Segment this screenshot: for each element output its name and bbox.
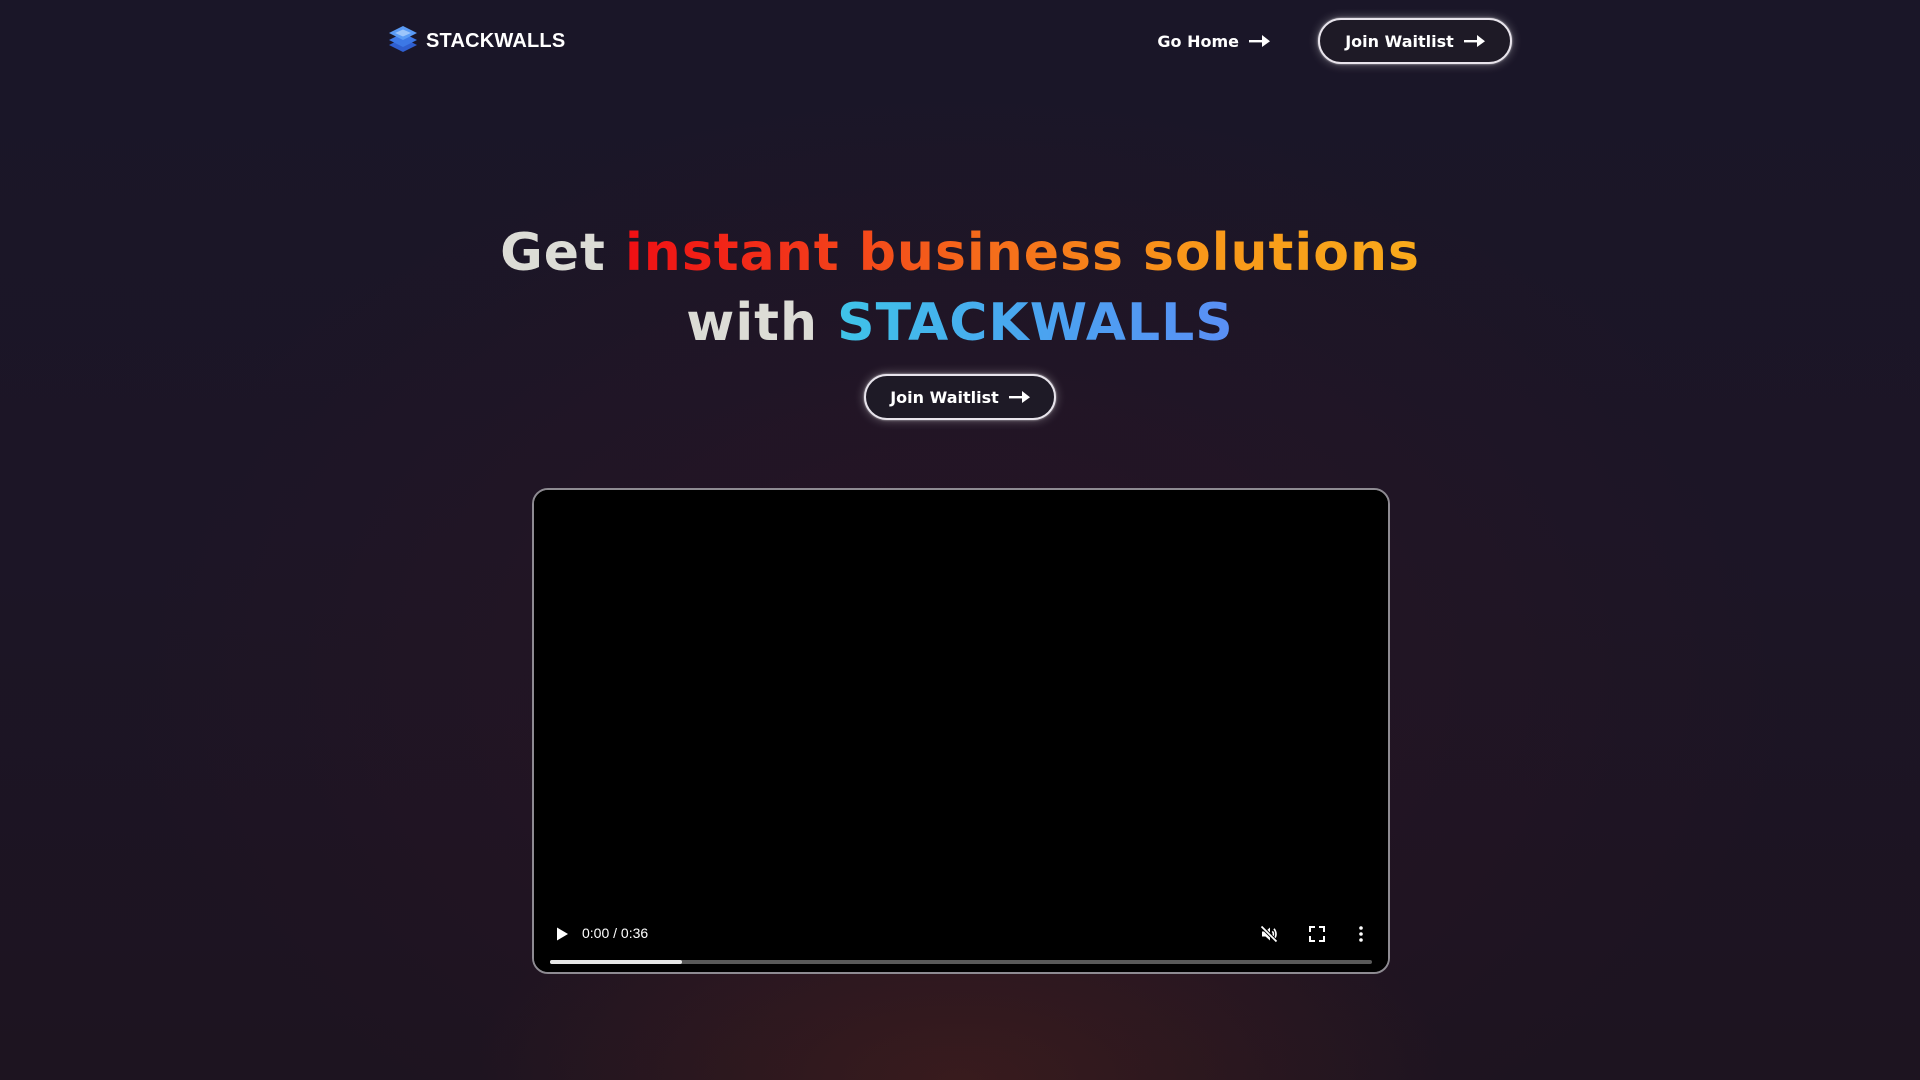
brand-logo-link[interactable]: STACKWALLS	[388, 21, 565, 61]
arrow-right-icon	[1249, 35, 1270, 47]
hero-cta-container: Join Waitlist	[864, 374, 1056, 420]
play-icon[interactable]	[554, 926, 570, 942]
more-options-icon[interactable]	[1357, 925, 1365, 943]
go-home-link[interactable]: Go Home	[1157, 32, 1270, 51]
video-time-readout: 0:00 / 0:36	[582, 925, 649, 941]
hero-brand-name: STACKWALLS	[837, 293, 1234, 353]
join-waitlist-header-label: Join Waitlist	[1345, 31, 1454, 51]
hero-line-2: with STACKWALLS	[0, 288, 1920, 358]
hero-prefix-with: with	[686, 293, 819, 353]
hero-line-1: Get instant business solutions	[0, 218, 1920, 288]
video-player[interactable]: 0:00 / 0:36	[532, 488, 1390, 974]
top-nav: Go Home Join Waitlist	[1157, 18, 1512, 64]
hero-highlight: instant business solutions	[624, 223, 1420, 283]
arrow-right-icon	[1008, 391, 1030, 403]
hero-heading: Get instant business solutions with STAC…	[0, 218, 1920, 358]
site-header: STACKWALLS Go Home Join Waitlist	[388, 18, 1512, 64]
join-waitlist-hero-button[interactable]: Join Waitlist	[864, 374, 1056, 420]
join-waitlist-hero-label: Join Waitlist	[890, 387, 999, 407]
join-waitlist-header-button[interactable]: Join Waitlist	[1318, 18, 1512, 64]
brand-name: STACKWALLS	[426, 29, 566, 52]
hero-prefix-get: Get	[500, 223, 606, 283]
arrow-right-icon	[1463, 35, 1485, 47]
video-progress-bar[interactable]	[550, 960, 1372, 964]
stacked-layers-logo-icon	[389, 26, 417, 52]
fullscreen-icon[interactable]	[1308, 925, 1326, 943]
video-controls: 0:00 / 0:36	[534, 892, 1388, 972]
video-buffered-fill	[550, 960, 682, 964]
go-home-label: Go Home	[1157, 31, 1239, 51]
muted-volume-icon[interactable]	[1260, 925, 1278, 943]
